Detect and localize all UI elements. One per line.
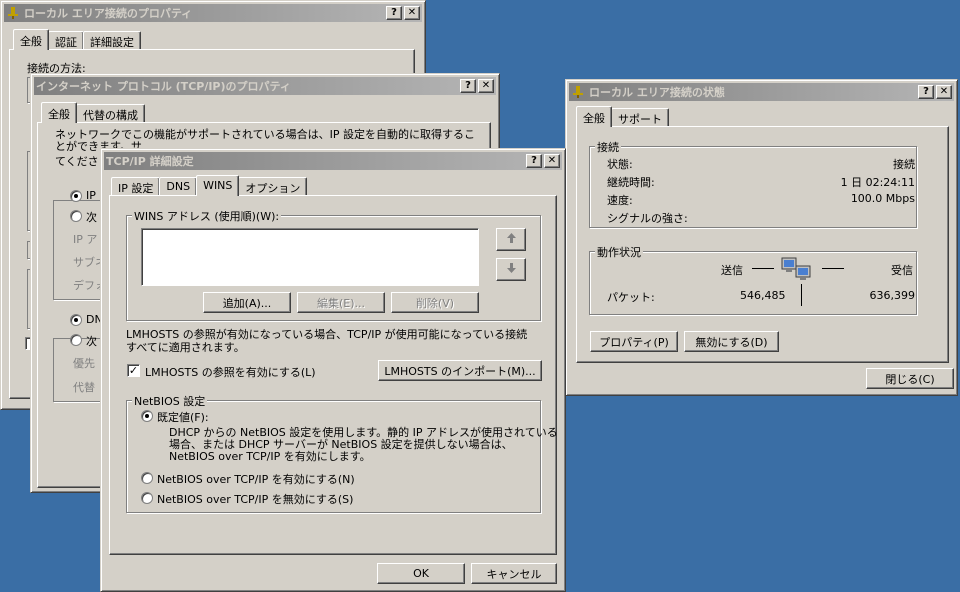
activity-vertical-line <box>801 284 802 306</box>
network-connection-icon <box>571 85 585 99</box>
activity-group <box>589 251 917 315</box>
received-packets-value: 636,399 <box>869 289 916 302</box>
lan-properties-titlebar[interactable]: ローカル エリア接続のプロパティ ? ✕ <box>4 4 422 22</box>
ip-address-label: IP ア <box>73 233 98 246</box>
netbios-default-label: 既定値(F): <box>157 411 209 424</box>
network-activity-icon <box>780 254 814 284</box>
sent-line <box>752 268 774 269</box>
tab-options[interactable]: オプション <box>238 177 308 195</box>
speed-value: 100.0 Mbps <box>850 192 915 205</box>
netbios-group-label: NetBIOS 設定 <box>132 393 208 409</box>
tab-general[interactable]: 全般 <box>576 106 612 127</box>
status-label: 状態: <box>607 158 633 171</box>
tab-wins[interactable]: WINS <box>196 175 240 196</box>
tab-support[interactable]: サポート <box>611 108 669 126</box>
lmhosts-description: LMHOSTS の参照が有効になっている場合、TCP/IP が使用可能になってい… <box>126 328 528 354</box>
remove-wins-button[interactable]: 削除(V) <box>391 292 479 313</box>
help-button[interactable]: ? <box>460 79 476 93</box>
netbios-default-radio[interactable] <box>141 410 153 422</box>
tab-general[interactable]: 全般 <box>41 102 77 123</box>
move-down-button[interactable] <box>496 258 526 281</box>
cancel-button[interactable]: キャンセル <box>471 563 557 584</box>
netbios-enable-label: NetBIOS over TCP/IP を有効にする(N) <box>157 473 355 486</box>
window-title: インターネット プロトコル (TCP/IP)のプロパティ <box>36 80 291 93</box>
arrow-down-icon <box>506 262 517 277</box>
received-label: 受信 <box>891 264 913 277</box>
help-button[interactable]: ? <box>526 154 542 168</box>
netbios-default-description-3: NetBIOS over TCP/IP を有効にします。 <box>169 450 371 463</box>
import-lmhosts-button[interactable]: LMHOSTS のインポート(M)... <box>378 360 542 381</box>
sent-label: 送信 <box>721 264 743 277</box>
advanced-tcpip-titlebar[interactable]: TCP/IP 詳細設定 ? ✕ <box>104 152 562 170</box>
tab-advanced[interactable]: 詳細設定 <box>83 31 141 49</box>
obtain-dns-auto-radio[interactable] <box>70 314 82 326</box>
edit-wins-button[interactable]: 編集(E)... <box>297 292 385 313</box>
tab-general[interactable]: 全般 <box>13 29 49 50</box>
activity-group-label: 動作状況 <box>595 244 643 260</box>
netbios-disable-label: NetBIOS over TCP/IP を無効にする(S) <box>157 493 354 506</box>
tab-authentication[interactable]: 認証 <box>48 31 84 49</box>
alternate-dns-label: 代替 <box>73 381 95 394</box>
received-line <box>822 268 844 269</box>
move-up-button[interactable] <box>496 228 526 251</box>
tab-alternate-config[interactable]: 代替の構成 <box>76 104 145 122</box>
use-ip-label: 次 <box>86 211 97 224</box>
tcpip-properties-titlebar[interactable]: インターネット プロトコル (TCP/IP)のプロパティ ? ✕ <box>34 77 496 95</box>
lan-status-window: ローカル エリア接続の状態 ? ✕ 全般 サポート 接続 状態: 接続 継続時間… <box>565 79 958 396</box>
preferred-dns-label: 優先 <box>73 357 95 370</box>
wins-address-list[interactable] <box>141 228 479 286</box>
enable-lmhosts-checkbox[interactable]: ✓ <box>127 364 140 377</box>
close-dialog-button[interactable]: 閉じる(C) <box>866 368 954 389</box>
status-value: 接続 <box>893 158 915 171</box>
speed-label: 速度: <box>607 194 633 207</box>
netbios-disable-radio[interactable] <box>141 492 153 504</box>
sent-packets-value: 546,485 <box>740 289 786 302</box>
window-title: ローカル エリア接続のプロパティ <box>24 7 193 20</box>
close-button[interactable]: ✕ <box>544 154 560 168</box>
duration-value: 1 日 02:24:11 <box>840 176 915 189</box>
network-connection-icon <box>6 6 20 20</box>
packets-label: パケット: <box>607 291 655 304</box>
properties-button[interactable]: プロパティ(P) <box>590 331 678 352</box>
arrow-up-icon <box>506 232 517 247</box>
add-wins-button[interactable]: 追加(A)... <box>203 292 291 313</box>
tab-dns[interactable]: DNS <box>159 177 198 195</box>
signal-strength-label: シグナルの強さ: <box>607 212 688 225</box>
netbios-enable-radio[interactable] <box>141 472 153 484</box>
wins-address-group-label: WINS アドレス (使用順)(W): <box>132 208 282 224</box>
help-button[interactable]: ? <box>918 85 934 99</box>
obtain-ip-auto-label: IP <box>86 189 96 202</box>
duration-label: 継続時間: <box>607 176 655 189</box>
tab-ip-settings[interactable]: IP 設定 <box>111 177 161 195</box>
window-title: ローカル エリア接続の状態 <box>589 86 725 99</box>
lan-status-titlebar[interactable]: ローカル エリア接続の状態 ? ✕ <box>569 83 954 101</box>
use-dns-label: 次 <box>86 335 97 348</box>
ok-button[interactable]: OK <box>377 563 465 584</box>
help-button[interactable]: ? <box>386 6 402 20</box>
close-button[interactable]: ✕ <box>478 79 494 93</box>
window-title: TCP/IP 詳細設定 <box>106 155 194 168</box>
advanced-tcpip-window: TCP/IP 詳細設定 ? ✕ IP 設定 DNS WINS オプション WIN… <box>100 148 566 592</box>
use-dns-radio[interactable] <box>70 334 82 346</box>
connection-group-label: 接続 <box>595 139 621 155</box>
disable-button[interactable]: 無効にする(D) <box>684 331 779 352</box>
close-button[interactable]: ✕ <box>404 6 420 20</box>
use-ip-radio[interactable] <box>70 210 82 222</box>
close-button[interactable]: ✕ <box>936 85 952 99</box>
enable-lmhosts-label: LMHOSTS の参照を有効にする(L) <box>145 366 316 379</box>
obtain-ip-auto-radio[interactable] <box>70 190 82 202</box>
